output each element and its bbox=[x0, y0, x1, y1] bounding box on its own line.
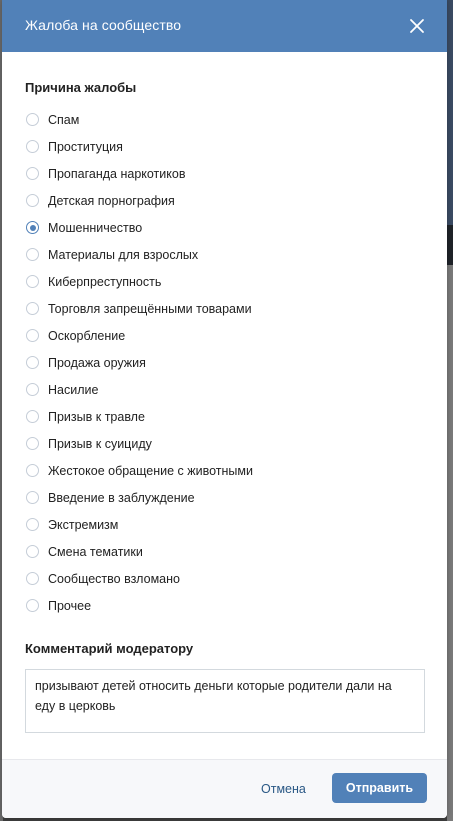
radio-button[interactable] bbox=[26, 518, 39, 531]
radio-button[interactable] bbox=[26, 248, 39, 261]
reason-option-label: Мошенничество bbox=[48, 220, 143, 235]
radio-button[interactable] bbox=[26, 491, 39, 504]
reason-radio-list: Спам Проституция Пропаганда наркотиков Детс… bbox=[25, 106, 424, 619]
reason-option[interactable]: Сообщество взломано bbox=[25, 565, 424, 592]
reason-option-label: Жестокое обращение с животными bbox=[48, 463, 253, 478]
reason-option-label: Спам bbox=[48, 112, 80, 127]
reason-option[interactable]: Мошенничество bbox=[25, 214, 424, 241]
radio-button[interactable] bbox=[26, 113, 39, 126]
radio-button[interactable] bbox=[26, 356, 39, 369]
radio-button[interactable] bbox=[26, 221, 39, 234]
radio-button[interactable] bbox=[26, 329, 39, 342]
radio-button[interactable] bbox=[26, 383, 39, 396]
dialog-footer: Отмена Отправить bbox=[2, 759, 447, 818]
reason-option-label: Насилие bbox=[48, 382, 99, 397]
radio-button[interactable] bbox=[26, 275, 39, 288]
reason-option[interactable]: Торговля запрещёнными товарами bbox=[25, 295, 424, 322]
report-dialog: Жалоба на сообщество Причина жалобы Спам… bbox=[2, 0, 447, 818]
reason-option[interactable]: Спам bbox=[25, 106, 424, 133]
reason-option-label: Пропаганда наркотиков bbox=[48, 166, 186, 181]
radio-button[interactable] bbox=[26, 464, 39, 477]
comment-textarea[interactable]: призывают детей относить деньги которые … bbox=[25, 669, 425, 733]
backdrop-strip-dark bbox=[447, 225, 453, 265]
reason-option-label: Призыв к суициду bbox=[48, 436, 152, 451]
dialog-body: Причина жалобы Спам Проституция Пропаганда… bbox=[2, 80, 447, 733]
close-icon bbox=[410, 19, 424, 33]
reason-option-label: Сообщество взломано bbox=[48, 571, 180, 586]
submit-button[interactable]: Отправить bbox=[332, 773, 427, 803]
reason-option[interactable]: Призыв к травле bbox=[25, 403, 424, 430]
reason-option[interactable]: Киберпреступность bbox=[25, 268, 424, 295]
radio-button[interactable] bbox=[26, 140, 39, 153]
reason-option[interactable]: Введение в заблуждение bbox=[25, 484, 424, 511]
reason-option-label: Киберпреступность bbox=[48, 274, 162, 289]
radio-button[interactable] bbox=[26, 437, 39, 450]
page-backdrop-right bbox=[447, 0, 453, 821]
cancel-button[interactable]: Отмена bbox=[261, 782, 306, 796]
comment-heading: Комментарий модератору bbox=[25, 641, 194, 656]
reason-option-label: Оскорбление bbox=[48, 328, 126, 343]
dialog-title: Жалоба на сообщество bbox=[25, 17, 182, 33]
reason-option[interactable]: Жестокое обращение с животными bbox=[25, 457, 424, 484]
radio-button[interactable] bbox=[26, 410, 39, 423]
close-button[interactable] bbox=[407, 16, 427, 36]
reason-option[interactable]: Насилие bbox=[25, 376, 424, 403]
reason-option[interactable]: Оскорбление bbox=[25, 322, 424, 349]
reason-option[interactable]: Проституция bbox=[25, 133, 424, 160]
reason-option[interactable]: Продажа оружия bbox=[25, 349, 424, 376]
radio-button[interactable] bbox=[26, 302, 39, 315]
dialog-header: Жалоба на сообщество bbox=[2, 0, 447, 52]
reason-option[interactable]: Экстремизм bbox=[25, 511, 424, 538]
reason-option-label: Проституция bbox=[48, 139, 123, 154]
reason-option-label: Материалы для взрослых bbox=[48, 247, 199, 262]
reason-option[interactable]: Материалы для взрослых bbox=[25, 241, 424, 268]
reason-option-label: Введение в заблуждение bbox=[48, 490, 195, 505]
reason-option[interactable]: Прочее bbox=[25, 592, 424, 619]
radio-button[interactable] bbox=[26, 572, 39, 585]
reason-option-label: Экстремизм bbox=[48, 517, 119, 532]
reason-heading: Причина жалобы bbox=[25, 80, 137, 95]
reason-option[interactable]: Смена тематики bbox=[25, 538, 424, 565]
backdrop-strip bbox=[447, 0, 453, 225]
radio-button[interactable] bbox=[26, 167, 39, 180]
reason-option-label: Смена тематики bbox=[48, 544, 143, 559]
radio-button[interactable] bbox=[26, 545, 39, 558]
radio-button[interactable] bbox=[26, 599, 39, 612]
reason-option[interactable]: Детская порнография bbox=[25, 187, 424, 214]
reason-option[interactable]: Пропаганда наркотиков bbox=[25, 160, 424, 187]
reason-option-label: Детская порнография bbox=[48, 193, 175, 208]
radio-button[interactable] bbox=[26, 194, 39, 207]
reason-option-label: Прочее bbox=[48, 598, 92, 613]
reason-option-label: Продажа оружия bbox=[48, 355, 146, 370]
reason-option[interactable]: Призыв к суициду bbox=[25, 430, 424, 457]
reason-option-label: Призыв к травле bbox=[48, 409, 145, 424]
reason-option-label: Торговля запрещёнными товарами bbox=[48, 301, 252, 316]
